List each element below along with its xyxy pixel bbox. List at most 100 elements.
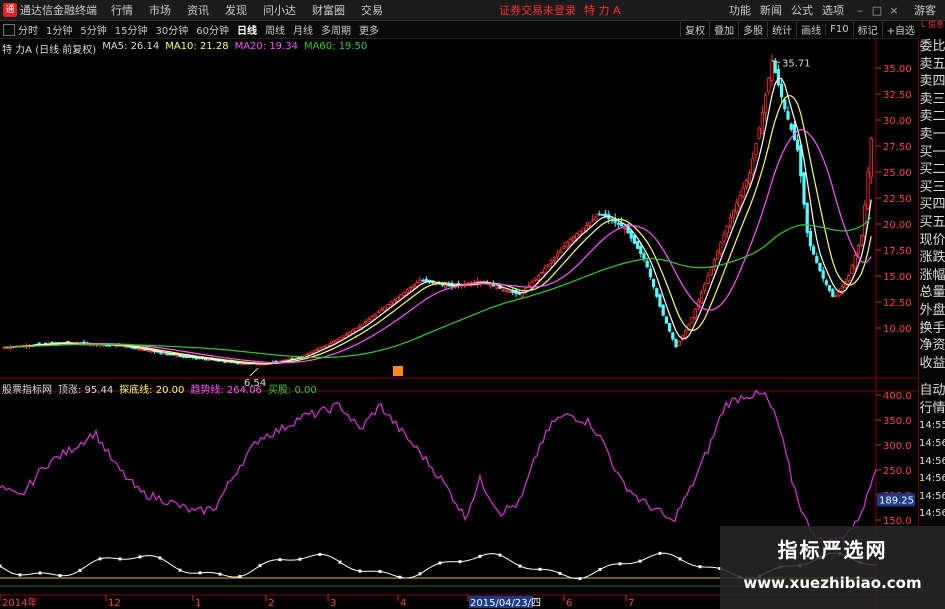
app-title: 通达信金融终端 [20, 4, 97, 17]
period-more[interactable]: 更多 [359, 22, 379, 37]
candle-body [834, 295, 838, 298]
candle-body [632, 234, 637, 244]
wave-dot [38, 571, 42, 575]
side-item-8[interactable]: 买三 [919, 179, 945, 197]
period-weekly[interactable]: 周线 [265, 22, 285, 37]
wave-dot [138, 555, 142, 559]
menu-options[interactable]: 选项 [822, 2, 844, 18]
indicator-name[interactable]: 股票指标网 [2, 381, 52, 396]
candle-body [411, 284, 416, 289]
menu-formula[interactable]: 公式 [791, 2, 813, 18]
app-logo-icon: 通 [3, 3, 17, 17]
candle-body [552, 257, 557, 262]
candle-body [591, 219, 595, 222]
period-15min[interactable]: 15分钟 [115, 22, 148, 37]
side-item-10[interactable]: 买五 [919, 214, 945, 232]
user-label[interactable]: 游客 [914, 2, 936, 18]
side-item-12[interactable]: 涨跌 [919, 249, 945, 267]
side-lower-item-1: 行情 [919, 400, 945, 416]
side-lower-item-0: 自动 [919, 383, 945, 399]
candle-body [728, 217, 733, 227]
candle-body [684, 329, 688, 338]
candle-body [572, 236, 576, 242]
candle-body [223, 361, 227, 363]
draw-line-button[interactable]: 画线 [796, 22, 825, 37]
candle-body [235, 362, 240, 365]
watermark-title: 指标严选网 [777, 538, 888, 562]
candle-body [165, 353, 169, 356]
adjust-button[interactable]: 复权 [680, 22, 709, 37]
period-30min[interactable]: 30分钟 [155, 22, 188, 37]
time-axis-label: 2014年 [2, 596, 37, 609]
side-item-16[interactable]: 换手 [919, 320, 945, 338]
candle-body [760, 112, 765, 134]
side-item-5[interactable]: 卖一 [919, 126, 945, 144]
menu-function[interactable]: 功能 [729, 2, 751, 18]
statistics-button[interactable]: 统计 [767, 22, 796, 37]
menu-trade[interactable]: 交易 [361, 2, 383, 18]
ma20-value: MA20: 19.34 [234, 41, 298, 52]
candle-body [415, 282, 419, 287]
menu-wealth[interactable]: 财富圈 [312, 2, 345, 18]
side-item-13[interactable]: 涨幅 [919, 267, 945, 285]
layout-icon[interactable] [3, 23, 15, 36]
side-item-18[interactable]: 收益 [919, 355, 945, 373]
period-daily[interactable]: 日线 [237, 22, 257, 37]
side-item-0[interactable]: 委比 [919, 38, 945, 56]
maximize-icon[interactable]: □ [870, 4, 884, 17]
period-monthly[interactable]: 月线 [293, 22, 313, 37]
f10-button[interactable]: F10 [825, 24, 852, 35]
minimize-icon[interactable]: – [853, 4, 867, 17]
candle-body [335, 339, 339, 342]
mark-button[interactable]: 标记 [852, 22, 882, 37]
period-5min[interactable]: 5分钟 [80, 22, 106, 37]
side-item-17[interactable]: 净资 [919, 337, 945, 355]
side-item-14[interactable]: 总量 [919, 284, 945, 302]
candle-body [309, 351, 313, 354]
side-item-15[interactable]: 外盘 [919, 302, 945, 320]
info-toggle[interactable]: L 信息 [920, 21, 945, 38]
candle-body [565, 242, 569, 248]
period-60min[interactable]: 60分钟 [196, 22, 229, 37]
candle-body [546, 264, 550, 268]
menu-market[interactable]: 市场 [149, 2, 171, 18]
side-panel-lower: 自动 行情 14:55 14:56 14:56 14:56 14:56 14:56 [919, 382, 945, 523]
side-item-6[interactable]: 买一 [919, 144, 945, 162]
menu-discover[interactable]: 发现 [225, 2, 247, 18]
add-watchlist-button[interactable]: +自选 [881, 22, 919, 37]
side-item-2[interactable]: 卖四 [919, 73, 945, 91]
close-icon[interactable]: × [887, 4, 901, 17]
candle-body [869, 138, 873, 178]
period-multi[interactable]: 多周期 [321, 22, 351, 37]
chart-title: 特 力A (日线 前复权) [2, 45, 97, 56]
candle-body [341, 335, 345, 338]
candle-body [828, 285, 832, 291]
side-item-1[interactable]: 卖五 [919, 56, 945, 74]
side-item-4[interactable]: 卖二 [919, 108, 945, 126]
candle-body [536, 275, 541, 281]
menu-ask[interactable]: 问小达 [263, 2, 296, 18]
candle-body [802, 172, 806, 205]
menu-quotes[interactable]: 行情 [111, 2, 133, 18]
side-item-9[interactable]: 买四 [919, 196, 945, 214]
period-1min[interactable]: 1分钟 [46, 22, 72, 37]
side-item-7[interactable]: 买二 [919, 161, 945, 179]
candle-body [652, 279, 656, 288]
period-timeshare[interactable]: 分时 [18, 22, 38, 37]
wave-dot [218, 572, 222, 576]
menu-news[interactable]: 资讯 [187, 2, 209, 18]
menu-headlines[interactable]: 新闻 [760, 2, 782, 18]
candle-body [373, 313, 377, 317]
overlay-button[interactable]: 叠加 [709, 22, 738, 37]
multi-stock-button[interactable]: 多股 [738, 22, 767, 37]
kline-chart[interactable]: 35.00 32.50 30.00 27.50 25.00 22.50 20.00 17.50… [0, 38, 918, 609]
time-axis-label: 3 [330, 598, 336, 609]
wave-dot [78, 568, 82, 572]
login-notice[interactable]: 证券交易未登录 [499, 2, 576, 18]
candle-body [821, 270, 825, 279]
candle-body [549, 260, 553, 264]
side-item-11[interactable]: 现价 [919, 232, 945, 250]
side-item-3[interactable]: 卖三 [919, 91, 945, 109]
wave-dot [318, 552, 322, 556]
side-lower-item-7: 14:56 [919, 508, 945, 520]
